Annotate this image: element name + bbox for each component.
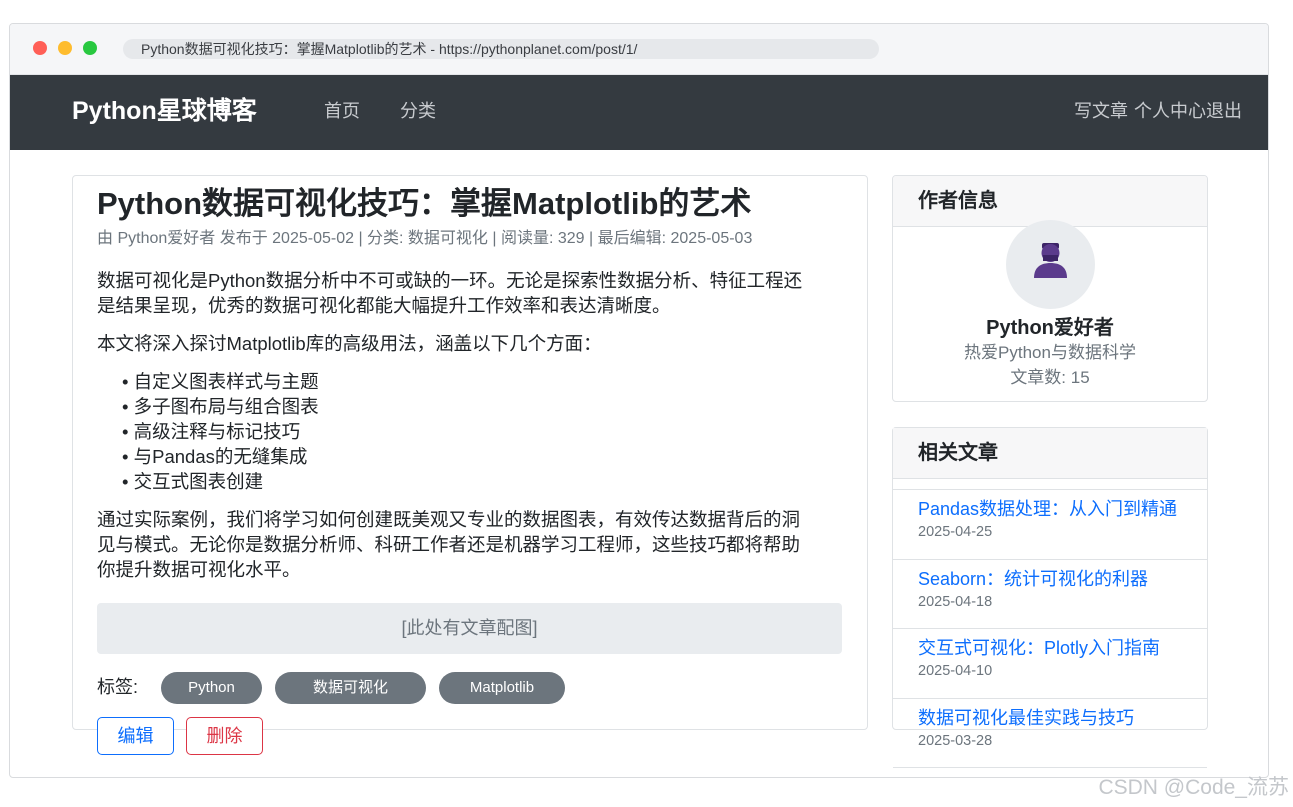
- article-title: Python数据可视化技巧：掌握Matplotlib的艺术: [97, 186, 752, 221]
- bullet-item: 自定义图表样式与主题: [122, 369, 817, 394]
- tag-data-visualization[interactable]: 数据可视化: [275, 672, 426, 704]
- list-item: 交互式可视化：Plotly入门指南 2025-04-10: [893, 629, 1207, 699]
- bullet-item: 高级注释与标记技巧: [122, 419, 817, 444]
- bullet-item: 多子图布局与组合图表: [122, 394, 817, 419]
- csdn-watermark: CSDN @Code_流苏: [1098, 776, 1289, 799]
- maximize-window-button[interactable]: [83, 41, 97, 55]
- related-post-link[interactable]: Pandas数据处理：从入门到精通: [918, 497, 1207, 521]
- nav-user-actions: 写文章 个人中心退出: [1074, 100, 1242, 122]
- article-paragraph: 本文将深入探讨Matplotlib库的高级用法，涵盖以下几个方面：: [97, 333, 602, 354]
- bullet-item: 与Pandas的无缝集成: [122, 444, 817, 469]
- nav-home-link[interactable]: 首页: [324, 100, 360, 122]
- related-posts-card: 相关文章 Pandas数据处理：从入门到精通 2025-04-25 Seabor…: [892, 427, 1208, 768]
- author-name: Python爱好者: [986, 317, 1114, 339]
- minimize-window-button[interactable]: [58, 41, 72, 55]
- delete-button[interactable]: 删除: [186, 717, 263, 755]
- related-post-date: 2025-04-25: [918, 524, 993, 540]
- related-post-link[interactable]: 数据可视化最佳实践与技巧: [918, 706, 1207, 730]
- author-card: 作者信息 Python爱好者 热爱Python与数据科学 文章数: 15: [892, 175, 1208, 402]
- edit-button[interactable]: 编辑: [97, 717, 174, 755]
- site-brand[interactable]: Python星球博客: [72, 94, 257, 128]
- user-avatar-icon: [1034, 243, 1067, 278]
- nav-profile-link[interactable]: 个人中心: [1134, 101, 1206, 121]
- article-image-placeholder: [此处有文章配图]: [97, 603, 842, 654]
- nav-logout-link[interactable]: 退出: [1206, 101, 1242, 121]
- article-meta: 由 Python爱好者 发布于 2025-05-02 | 分类: 数据可视化 |…: [97, 230, 753, 247]
- related-post-date: 2025-04-10: [918, 663, 993, 679]
- related-post-link[interactable]: 交互式可视化：Plotly入门指南: [918, 636, 1207, 660]
- site-navbar: Python星球博客 首页 分类 写文章 个人中心退出: [10, 75, 1268, 150]
- related-card-header: 相关文章: [893, 428, 1207, 479]
- related-post-link[interactable]: Seaborn：统计可视化的利器: [918, 567, 1207, 591]
- address-bar[interactable]: Python数据可视化技巧：掌握Matplotlib的艺术 - https://…: [123, 39, 879, 59]
- list-item: 数据可视化最佳实践与技巧 2025-03-28: [893, 699, 1207, 768]
- browser-window: Python数据可视化技巧：掌握Matplotlib的艺术 - https://…: [9, 23, 1269, 778]
- article-paragraph: 数据可视化是Python数据分析中不可或缺的一环。无论是探索性数据分析、特征工程…: [97, 270, 803, 316]
- bullet-item: 交互式图表创建: [122, 469, 817, 494]
- article-card: Python数据可视化技巧：掌握Matplotlib的艺术 由 Python爱好…: [72, 175, 868, 755]
- nav-category-link[interactable]: 分类: [400, 100, 436, 122]
- author-avatar: [1006, 220, 1095, 309]
- author-post-count: 文章数: 15: [1010, 368, 1090, 387]
- article-bullet-list: 自定义图表样式与主题 多子图布局与组合图表 高级注释与标记技巧 与Pandas的…: [97, 369, 817, 494]
- related-post-date: 2025-04-18: [918, 593, 993, 610]
- article-paragraph: 通过实际案例，我们将学习如何创建既美观又专业的数据图表，有效传达数据背后的洞见与…: [97, 509, 801, 580]
- tag-python[interactable]: Python: [161, 672, 262, 704]
- tag-matplotlib[interactable]: Matplotlib: [439, 672, 565, 704]
- list-item: Pandas数据处理：从入门到精通 2025-04-25: [893, 490, 1207, 560]
- related-post-date: 2025-03-28: [918, 732, 993, 749]
- nav-write-link[interactable]: 写文章: [1074, 101, 1128, 121]
- related-posts-list: Pandas数据处理：从入门到精通 2025-04-25 Seaborn：统计可…: [893, 489, 1207, 777]
- browser-titlebar: Python数据可视化技巧：掌握Matplotlib的艺术 - https://…: [10, 24, 1268, 75]
- list-item: Seaborn：统计可视化的利器 2025-04-18: [893, 560, 1207, 629]
- tags-label: 标签:: [97, 677, 139, 697]
- author-bio: 热爱Python与数据科学: [964, 343, 1136, 362]
- close-window-button[interactable]: [33, 41, 47, 55]
- article-body: 数据可视化是Python数据分析中不可或缺的一环。无论是探索性数据分析、特征工程…: [97, 268, 817, 595]
